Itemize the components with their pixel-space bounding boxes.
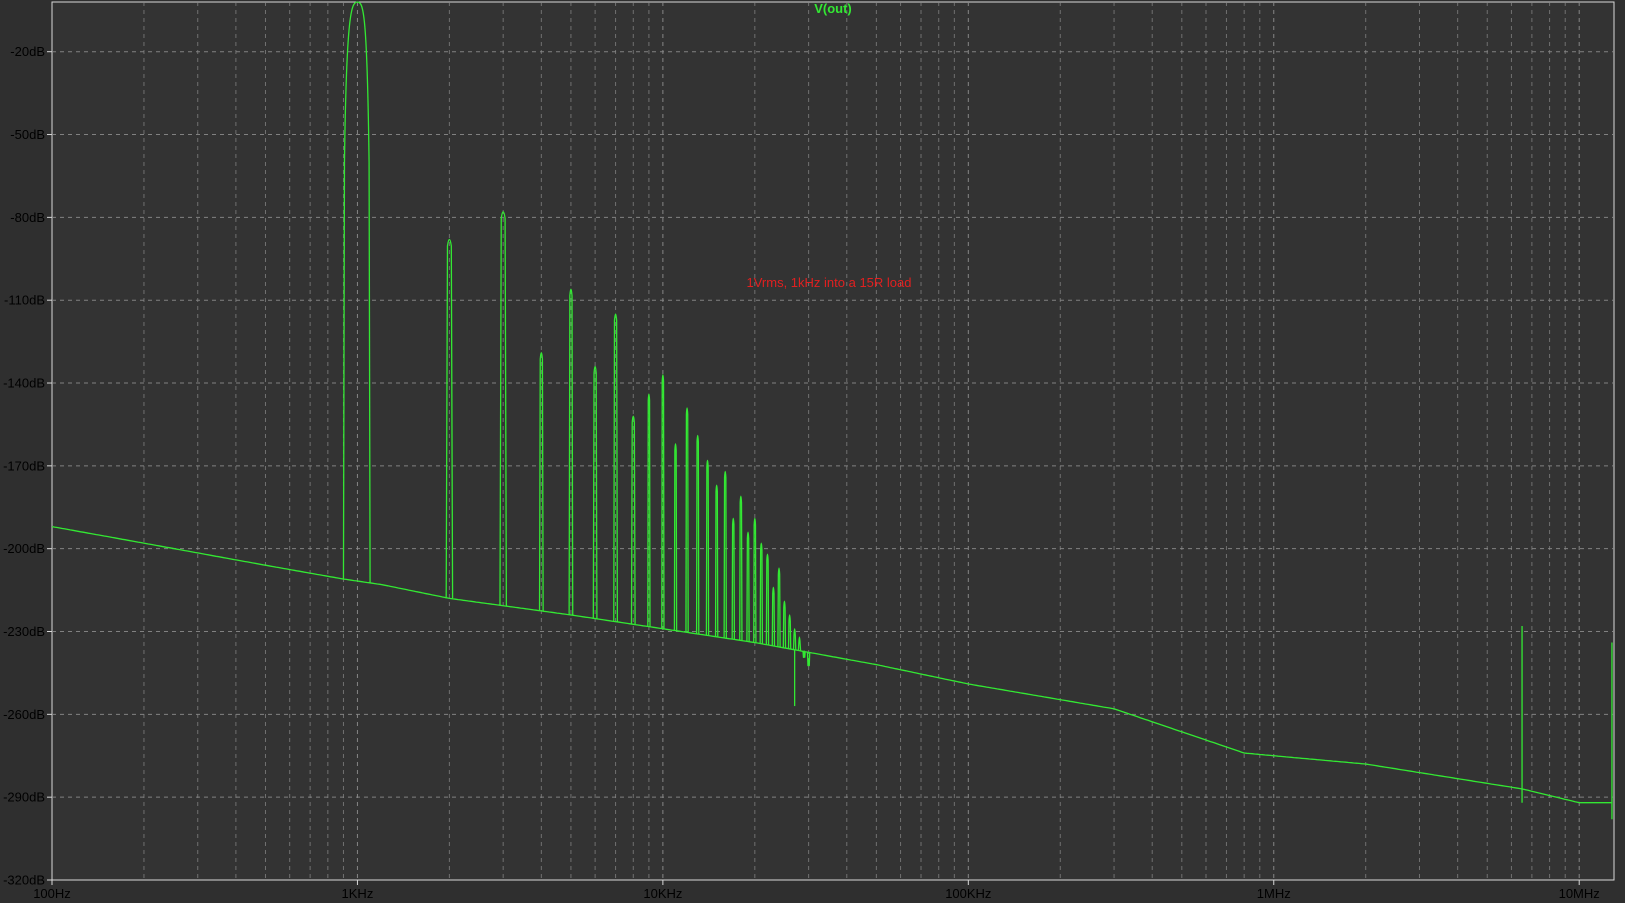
- y-tick-label: -170dB: [3, 458, 45, 473]
- y-tick-label: -230dB: [3, 624, 45, 639]
- y-tick-label: -140dB: [3, 376, 45, 391]
- chart-title: V(out): [814, 1, 852, 16]
- x-tick-label: 10MHz: [1559, 886, 1600, 901]
- x-tick-label: 1MHz: [1257, 886, 1291, 901]
- x-tick-label: 10KHz: [643, 886, 682, 901]
- annotation-text: 1Vrms, 1kHz into a 15R load: [747, 275, 912, 290]
- x-tick-label: 1KHz: [342, 886, 374, 901]
- y-tick-label: -80dB: [10, 210, 45, 225]
- x-tick-label: 100KHz: [945, 886, 991, 901]
- harmonic-peak: [802, 650, 806, 658]
- y-tick-label: -110dB: [4, 293, 45, 308]
- x-tick-label: 100Hz: [33, 886, 71, 901]
- y-tick-label: -200dB: [3, 541, 45, 556]
- y-tick-label: -290dB: [3, 790, 45, 805]
- plot-area: [51, 1, 1615, 881]
- y-tick-label: -260dB: [3, 707, 45, 722]
- y-tick-label: -20dB: [10, 44, 45, 59]
- spectrum-plot: -20dB -50dB -80dB -110dB -140dB -170dB -200dB -…: [3, 1, 1615, 901]
- y-tick-label: -50dB: [10, 127, 45, 142]
